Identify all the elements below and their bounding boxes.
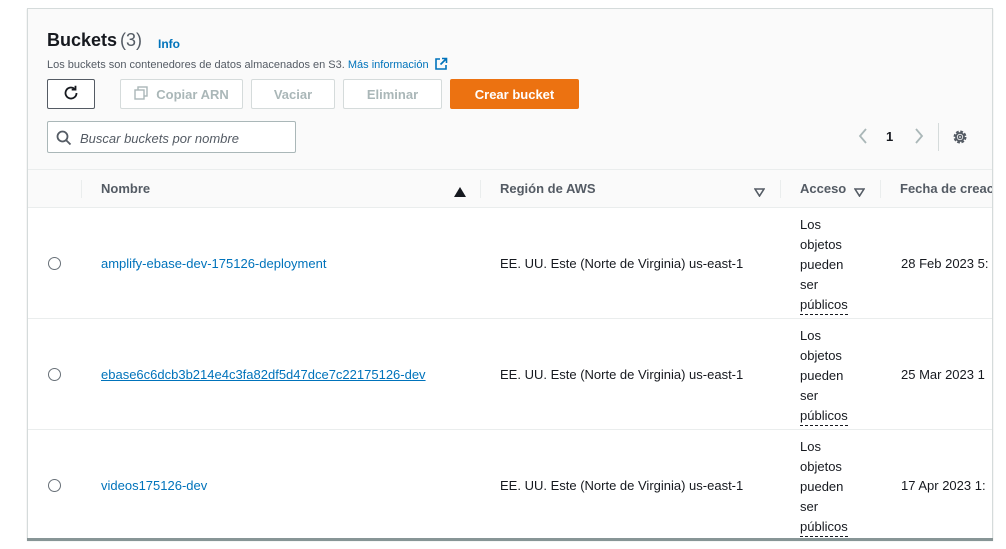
empty-button[interactable]: Vaciar <box>251 79 335 109</box>
access-line: objetos <box>800 459 842 474</box>
access-line: ser <box>800 388 819 403</box>
refresh-button[interactable] <box>47 79 95 109</box>
table-row[interactable]: amplify-ebase-dev-175126-deployment EE. … <box>28 208 992 319</box>
bucket-name-link[interactable]: ebase6c6dcb3b214e4c3fa82df5d47dce7c22175… <box>101 367 426 382</box>
access-line: objetos <box>800 237 842 252</box>
search-box <box>47 121 296 153</box>
panel-header: Buckets (3) Info Los buckets son contened… <box>28 9 992 169</box>
bucket-access: Los objetos pueden ser públicos <box>800 215 866 315</box>
description: Los buckets son contenedores de datos al… <box>47 57 448 74</box>
access-line[interactable]: públicos <box>800 519 848 537</box>
access-line: pueden <box>800 257 844 272</box>
access-line: objetos <box>800 348 842 363</box>
access-line: Los <box>800 328 821 343</box>
bucket-region: EE. UU. Este (Norte de Virginia) us-east… <box>500 367 744 382</box>
sort-icon[interactable] <box>753 184 766 202</box>
learn-more-link[interactable]: Más información <box>348 57 448 74</box>
row-select-radio[interactable] <box>48 257 61 270</box>
access-line: pueden <box>800 479 844 494</box>
copy-icon <box>134 85 156 103</box>
next-page-icon[interactable] <box>913 127 925 150</box>
external-link-icon <box>434 57 448 74</box>
row-select-radio[interactable] <box>48 368 61 381</box>
bucket-creation-date: 25 Mar 2023 1 <box>901 367 985 382</box>
column-header-access[interactable]: Acceso <box>800 181 846 196</box>
title-text: Buckets <box>47 30 118 50</box>
description-text: Los buckets son contenedores de datos al… <box>47 59 345 71</box>
pager-divider <box>938 123 939 151</box>
access-line: Los <box>800 439 821 454</box>
bucket-access: Los objetos pueden ser públicos <box>800 326 866 426</box>
bucket-name-link[interactable]: videos175126-dev <box>101 478 207 493</box>
search-icon <box>56 130 72 146</box>
access-line: Los <box>800 217 821 232</box>
bucket-region: EE. UU. Este (Norte de Virginia) us-east… <box>500 478 744 493</box>
previous-page-icon[interactable] <box>857 127 869 150</box>
bucket-count: (3) <box>120 30 143 50</box>
access-line: pueden <box>800 368 844 383</box>
column-divider <box>480 180 481 198</box>
sort-ascending-icon[interactable] <box>454 184 466 202</box>
column-header-region[interactable]: Región de AWS <box>500 181 596 196</box>
table-row[interactable]: videos175126-dev EE. UU. Este (Norte de … <box>28 430 992 539</box>
access-line[interactable]: públicos <box>800 408 848 426</box>
access-line[interactable]: públicos <box>800 297 848 315</box>
column-header-name[interactable]: Nombre <box>101 181 150 196</box>
copy-arn-button[interactable]: Copiar ARN <box>120 79 243 109</box>
buckets-panel: Buckets (3) Info Los buckets son contened… <box>27 8 993 540</box>
access-line: ser <box>800 277 819 292</box>
bucket-region: EE. UU. Este (Norte de Virginia) us-east… <box>500 256 744 271</box>
bucket-access: Los objetos pueden ser públicos <box>800 437 866 537</box>
create-bucket-button[interactable]: Crear bucket <box>450 79 579 109</box>
column-divider <box>81 180 82 198</box>
delete-button[interactable]: Eliminar <box>343 79 442 109</box>
bucket-creation-date: 17 Apr 2023 1: <box>901 478 986 493</box>
column-header-created[interactable]: Fecha de creac <box>900 181 992 196</box>
info-link[interactable]: Info <box>158 37 180 51</box>
column-divider <box>780 180 781 198</box>
access-line: ser <box>800 499 819 514</box>
column-divider <box>880 180 881 198</box>
table-header: Nombre Región de AWS Acceso Fecha de cre… <box>28 169 992 208</box>
row-select-radio[interactable] <box>48 479 61 492</box>
panel-bottom-border <box>27 538 993 541</box>
current-page[interactable]: 1 <box>886 129 893 144</box>
page-title: Buckets (3) <box>47 30 142 51</box>
copy-arn-label: Copiar ARN <box>156 86 229 102</box>
bucket-name-link[interactable]: amplify-ebase-dev-175126-deployment <box>101 256 326 271</box>
bucket-creation-date: 28 Feb 2023 5: <box>901 256 989 271</box>
table-row[interactable]: ebase6c6dcb3b214e4c3fa82df5d47dce7c22175… <box>28 319 992 430</box>
gear-icon[interactable] <box>951 128 969 151</box>
refresh-icon <box>62 84 80 105</box>
search-input[interactable] <box>78 127 292 149</box>
sort-icon[interactable] <box>853 184 866 202</box>
